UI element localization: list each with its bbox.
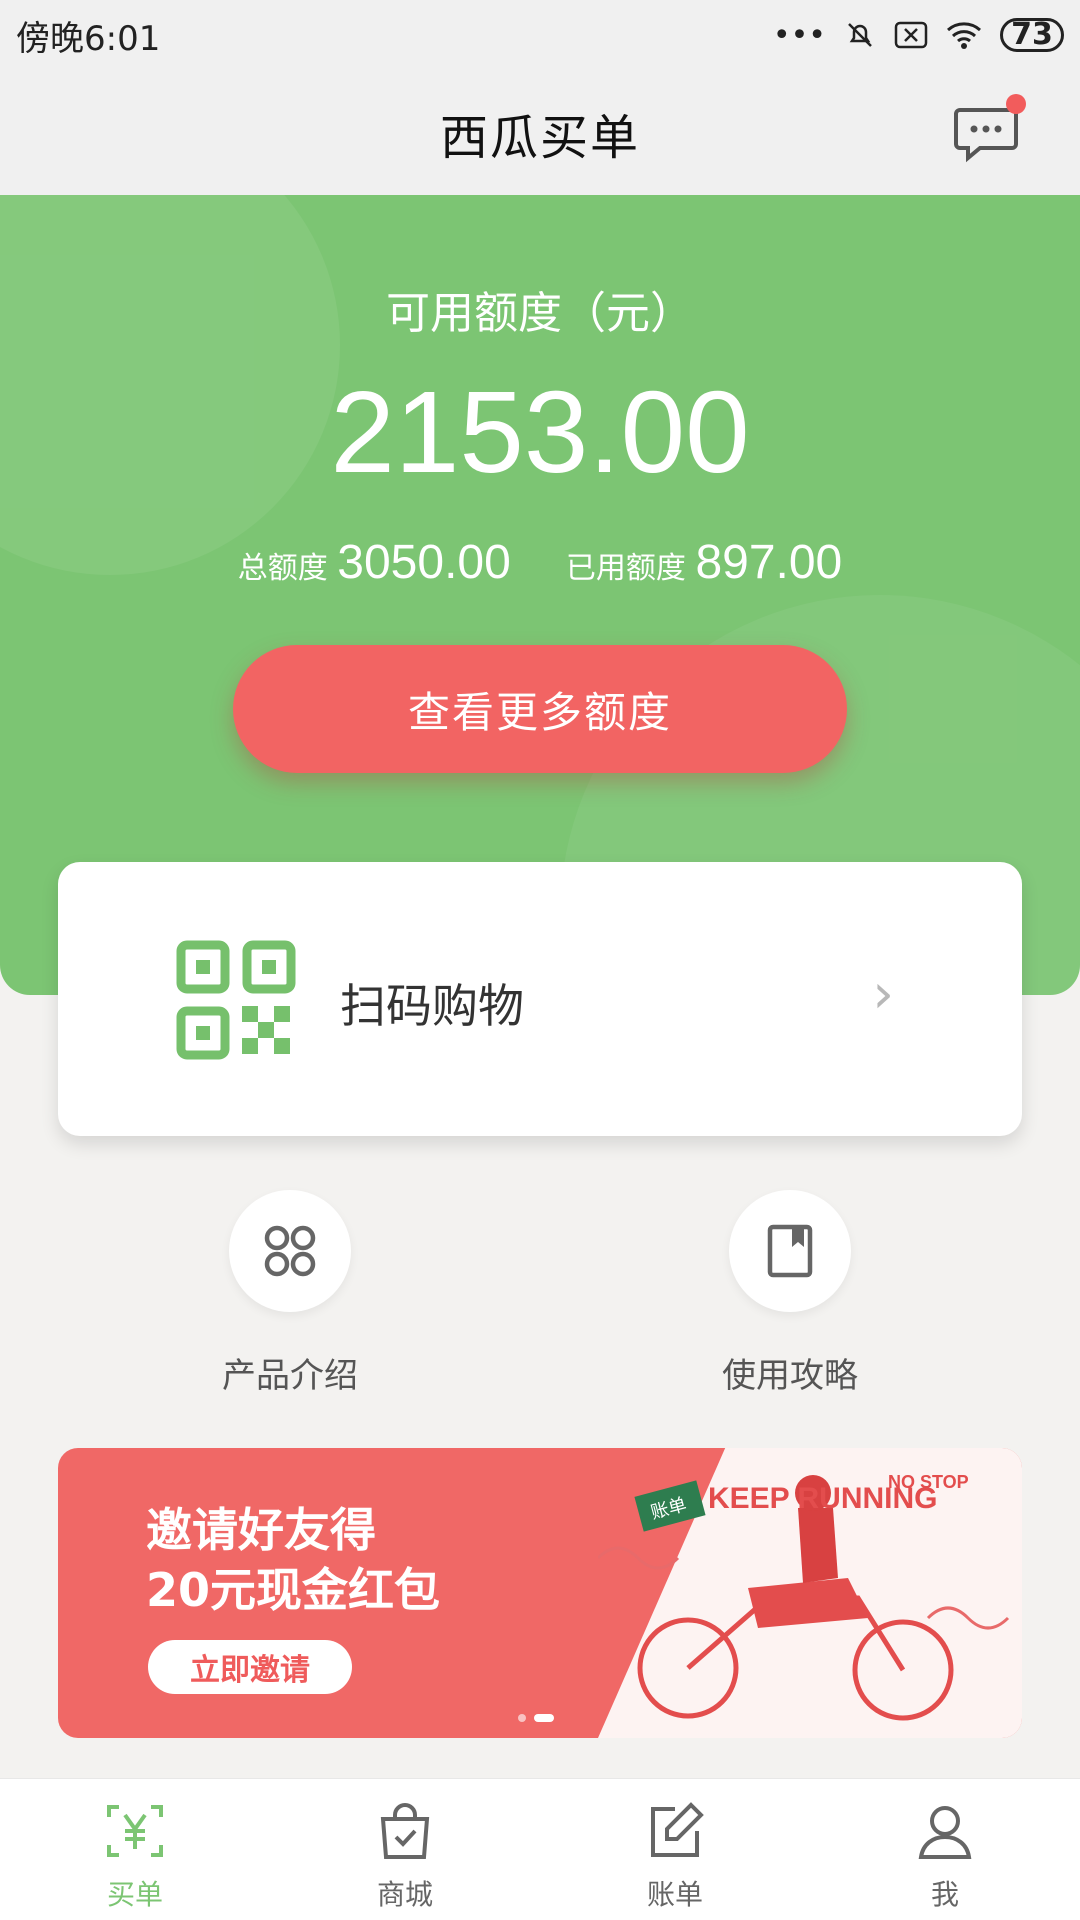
- no-stop-text: NO STOP: [888, 1472, 969, 1492]
- wifi-icon: [947, 22, 981, 49]
- usage-guide-shortcut[interactable]: 使用攻略: [670, 1190, 910, 1397]
- tab-me[interactable]: 我: [810, 1779, 1080, 1920]
- sim-x-icon: [894, 21, 928, 49]
- banner-title: 邀请好友得 20元现金红包: [146, 1500, 440, 1620]
- grid-icon: [264, 1225, 316, 1277]
- tab-label: 买单: [106, 1878, 163, 1911]
- view-more-credit-button[interactable]: 查看更多额度: [233, 645, 847, 773]
- used-label: 已用额度: [565, 551, 686, 586]
- carousel-dots: [518, 1714, 554, 1722]
- status-bar: 傍晚6:01 ••• 73: [0, 0, 1080, 70]
- product-intro-shortcut[interactable]: 产品介绍: [170, 1190, 410, 1397]
- banner-line1: 邀请好友得: [146, 1503, 376, 1557]
- carousel-dot-active: [534, 1714, 554, 1722]
- total-label: 总额度: [237, 551, 328, 586]
- tab-pay[interactable]: 买单: [0, 1779, 270, 1920]
- shortcut-circle: [229, 1190, 351, 1312]
- status-time: 傍晚6:01: [16, 18, 161, 59]
- scan-shopping-label: 扫码购物: [340, 979, 524, 1033]
- page-title: 西瓜买单: [439, 109, 640, 166]
- status-icons: ••• 73: [773, 18, 1064, 53]
- available-label: 可用额度（元）: [386, 288, 694, 339]
- shortcut-label: 产品介绍: [222, 1356, 358, 1396]
- invite-now-button[interactable]: 立即邀请: [148, 1640, 352, 1694]
- scan-shopping-card[interactable]: 扫码购物 ›: [58, 862, 1022, 1136]
- banner-line2: 20元现金红包: [146, 1563, 441, 1617]
- bottom-tab-bar: 买单 商城 账单 我: [0, 1778, 1080, 1920]
- message-button[interactable]: [950, 94, 1026, 170]
- invite-banner[interactable]: KEEP RUNNING NO STOP 账单 邀请好友得 20元现金红包 立即…: [58, 1448, 1022, 1738]
- tab-bill[interactable]: 账单: [540, 1779, 810, 1920]
- tab-label: 商城: [376, 1878, 433, 1911]
- nav-bar: 西瓜买单: [0, 70, 1080, 195]
- credit-summary: 总额度 3050.00 已用额度 897.00: [0, 535, 1080, 590]
- shortcut-circle: [729, 1190, 851, 1312]
- unread-badge: [1006, 94, 1026, 114]
- shopping-bag-icon: [380, 1803, 430, 1859]
- edit-bill-icon: [651, 1802, 704, 1857]
- battery-indicator: 73: [1000, 18, 1064, 52]
- used-amount: 897.00: [695, 536, 843, 589]
- carousel-dot: [518, 1714, 526, 1722]
- yuan-scan-icon: [107, 1805, 163, 1857]
- tab-label: 账单: [646, 1878, 703, 1911]
- tab-label: 我: [930, 1878, 959, 1911]
- total-amount: 3050.00: [337, 536, 511, 589]
- mute-bell-icon: [848, 23, 872, 47]
- user-icon: [918, 1806, 972, 1859]
- qr-code-icon: [176, 940, 296, 1060]
- more-dots-icon: •••: [772, 17, 826, 53]
- available-amount: 2153.00: [330, 367, 750, 497]
- tab-mall[interactable]: 商城: [270, 1779, 540, 1920]
- shortcut-label: 使用攻略: [722, 1356, 858, 1396]
- bookmark-book-icon: [767, 1224, 813, 1278]
- chevron-right-icon: ›: [872, 962, 894, 1025]
- motorcycle-rider-illustration: KEEP RUNNING NO STOP 账单: [598, 1472, 1010, 1721]
